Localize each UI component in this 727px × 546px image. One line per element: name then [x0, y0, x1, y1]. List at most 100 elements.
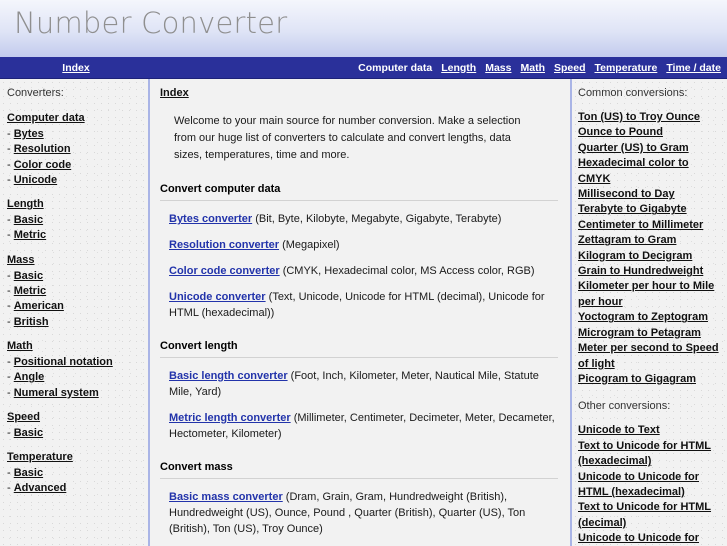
converter-link[interactable]: Bytes converter	[169, 213, 252, 225]
other-conversion-link[interactable]: Unicode to Text	[578, 423, 724, 438]
sidebar-link[interactable]: Basic	[14, 270, 43, 282]
sidebar-item-bullet: -	[7, 467, 14, 480]
sidebar-link[interactable]: Resolution	[14, 143, 71, 155]
sidebar-link[interactable]: British	[14, 316, 49, 328]
sidebar-item-basic[interactable]: Basic	[14, 467, 43, 479]
sidebar-group-computer-data: Computer data - Bytes - Resolution - Color …	[7, 111, 148, 188]
other-conversion-link[interactable]: Unicode to Unicode for HTML (hexadecimal…	[578, 470, 724, 501]
common-conversion-link[interactable]: Quarter (US) to Gram	[578, 141, 724, 156]
nav-link-length[interactable]: Length	[441, 62, 476, 74]
converter-link[interactable]: Resolution converter	[169, 239, 279, 251]
converter-entry: Color code converter (CMYK, Hexadecimal …	[169, 263, 558, 279]
nav-link-math[interactable]: Math	[520, 62, 545, 74]
sidebar-item: - Color code	[7, 158, 148, 173]
converter-entry: Basic length converter (Foot, Inch, Kilo…	[169, 368, 558, 400]
right-sidebar-gap	[578, 387, 724, 400]
sidebar-group-title-mass[interactable]: Mass	[7, 253, 35, 267]
nav-left-section: Index	[0, 62, 152, 74]
common-conversion-link[interactable]: Kilometer per hour to Mile per hour	[578, 279, 724, 310]
sidebar-link[interactable]: Advanced	[14, 482, 67, 494]
sidebar-link[interactable]: American	[14, 300, 64, 312]
sidebar-item: - Angle	[7, 370, 148, 385]
sidebar-item-bullet: -	[7, 355, 14, 368]
sidebar-item-metric[interactable]: Metric	[14, 285, 46, 297]
sidebar-link[interactable]: Positional notation	[14, 356, 113, 368]
nav-link-mass[interactable]: Mass	[485, 62, 511, 74]
common-conversion-link[interactable]: Millisecond to Day	[578, 187, 724, 202]
left-sidebar: Converters: Computer data - Bytes - Resolu…	[0, 79, 150, 546]
other-conversion-link[interactable]: Unicode to Unicode for	[578, 531, 724, 546]
sidebar-item-bytes[interactable]: Bytes	[14, 128, 44, 140]
sidebar-item-basic[interactable]: Basic	[14, 270, 43, 282]
other-conversion-link[interactable]: Text to Unicode for HTML (hexadecimal)	[578, 439, 724, 470]
other-conversion-link[interactable]: Text to Unicode for HTML (decimal)	[578, 500, 724, 531]
sidebar-item-bullet: -	[7, 386, 14, 399]
sidebar-item-bullet: -	[7, 173, 14, 186]
common-conversion-link[interactable]: Picogram to Gigagram	[578, 372, 724, 387]
common-conversion-link[interactable]: Microgram to Petagram	[578, 326, 724, 341]
sidebar-group-title-math[interactable]: Math	[7, 339, 33, 353]
sidebar-group-title-speed[interactable]: Speed	[7, 410, 40, 424]
section-divider	[160, 478, 558, 479]
common-conversion-link[interactable]: Meter per second to Speed of light	[578, 341, 724, 372]
common-conversion-link[interactable]: Grain to Hundredweight	[578, 264, 724, 279]
sidebar-group-title-length[interactable]: Length	[7, 197, 44, 211]
sidebar-link[interactable]: Unicode	[14, 174, 57, 186]
other-conversions-list: Unicode to Text Text to Unicode for HTML …	[578, 423, 724, 546]
sidebar-link[interactable]: Basic	[14, 214, 43, 226]
nav-link-computer-data[interactable]: Computer data	[358, 62, 432, 74]
common-conversion-link[interactable]: Ton (US) to Troy Ounce	[578, 110, 724, 125]
nav-link-speed[interactable]: Speed	[554, 62, 586, 74]
main-navigation-bar: Index Computer data Length Mass Math Speed Te…	[0, 57, 727, 79]
sidebar-item-bullet: -	[7, 214, 14, 227]
sidebar-link[interactable]: Angle	[14, 371, 45, 383]
sidebar-link[interactable]: Numeral system	[14, 387, 99, 399]
sidebar-item-basic[interactable]: Basic	[14, 214, 43, 226]
page-columns: Converters: Computer data - Bytes - Resolu…	[0, 79, 727, 546]
sidebar-link[interactable]: Color code	[14, 159, 71, 171]
sidebar-item-unicode[interactable]: Unicode	[14, 174, 57, 186]
converter-link[interactable]: Basic mass converter	[169, 491, 283, 503]
sidebar-caption: Converters:	[7, 87, 64, 99]
converter-link[interactable]: Basic length converter	[169, 370, 288, 382]
common-conversion-link[interactable]: Yoctogram to Zeptogram	[578, 310, 724, 325]
sidebar-item-numeral-system[interactable]: Numeral system	[14, 387, 99, 399]
intro-paragraph: Welcome to your main source for number c…	[174, 115, 521, 161]
sidebar-item-basic[interactable]: Basic	[14, 427, 43, 439]
common-conversion-link[interactable]: Terabyte to Gigabyte	[578, 202, 724, 217]
sidebar-link[interactable]: Basic	[14, 467, 43, 479]
sidebar-link[interactable]: Basic	[14, 427, 43, 439]
sidebar-item-angle[interactable]: Angle	[14, 371, 45, 383]
nav-link-index[interactable]: Index	[62, 62, 89, 74]
converter-entry: Basic mass converter (Dram, Grain, Gram,…	[169, 489, 558, 537]
nav-link-time-date[interactable]: Time / date	[666, 62, 721, 74]
main-page-title[interactable]: Index	[160, 87, 189, 99]
sidebar-item-metric[interactable]: Metric	[14, 229, 46, 241]
sidebar-group-title-temperature[interactable]: Temperature	[7, 450, 73, 464]
sidebar-item-british[interactable]: British	[14, 316, 49, 328]
other-conversions-caption: Other conversions:	[578, 400, 671, 413]
sidebar-item-resolution[interactable]: Resolution	[14, 143, 71, 155]
common-conversion-link[interactable]: Hexadecimal color to CMYK	[578, 156, 724, 187]
common-conversion-link[interactable]: Zettagram to Gram	[578, 233, 724, 248]
sidebar-group-length: Length - Basic - Metric	[7, 197, 148, 244]
sidebar-item-positional-notation[interactable]: Positional notation	[14, 356, 113, 368]
sidebar-item-advanced[interactable]: Advanced	[14, 482, 67, 494]
sidebar-link[interactable]: Metric	[14, 285, 46, 297]
converter-link[interactable]: Metric length converter	[169, 412, 291, 424]
sidebar-link[interactable]: Bytes	[14, 128, 44, 140]
sidebar-group-math: Math - Positional notation - Angle - Numera…	[7, 339, 148, 401]
sidebar-link[interactable]: Metric	[14, 229, 46, 241]
nav-link-temperature[interactable]: Temperature	[595, 62, 658, 74]
sidebar-item: - Positional notation	[7, 355, 148, 370]
converter-entry: Unicode converter (Text, Unicode, Unicod…	[169, 289, 558, 321]
common-conversion-link[interactable]: Centimeter to Millimeter	[578, 218, 724, 233]
sidebar-item: - Metric	[7, 284, 148, 299]
converter-link[interactable]: Color code converter	[169, 265, 280, 277]
common-conversion-link[interactable]: Kilogram to Decigram	[578, 249, 724, 264]
common-conversion-link[interactable]: Ounce to Pound	[578, 125, 724, 140]
sidebar-item-color-code[interactable]: Color code	[14, 159, 71, 171]
sidebar-group-title-computer-data[interactable]: Computer data	[7, 111, 85, 125]
converter-link[interactable]: Unicode converter	[169, 291, 266, 303]
sidebar-item-american[interactable]: American	[14, 300, 64, 312]
